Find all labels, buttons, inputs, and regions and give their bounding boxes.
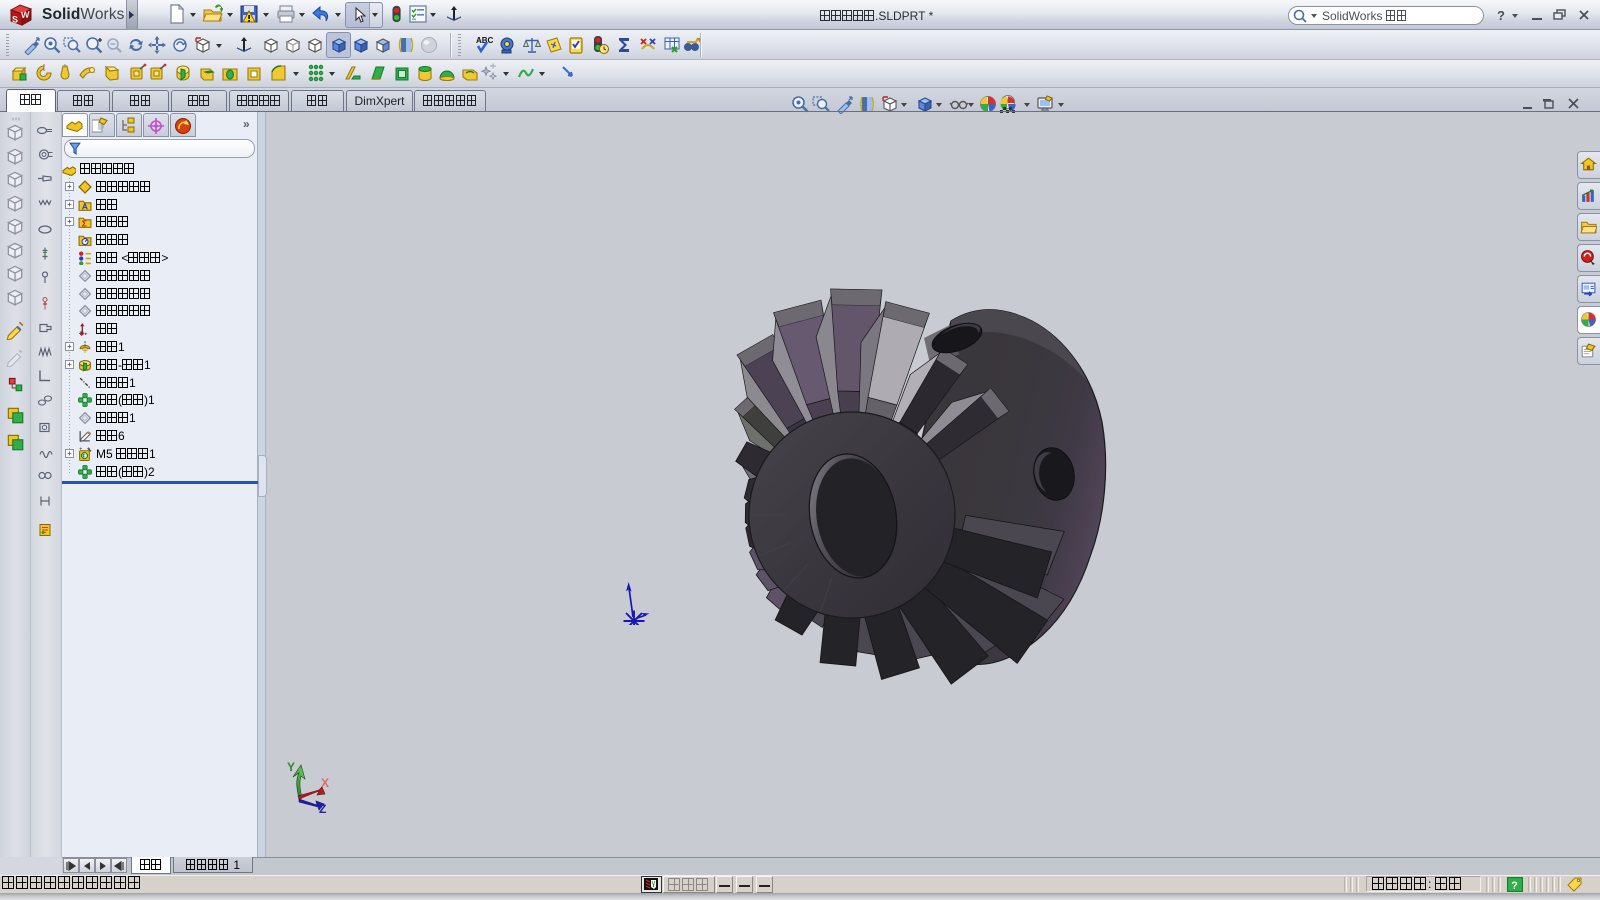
svg-text:Σ: Σ: [82, 219, 87, 229]
svg-text:S: S: [12, 14, 18, 25]
svg-text:Z: Z: [319, 802, 326, 815]
svg-text:X: X: [321, 776, 329, 790]
svg-text:?: ?: [1511, 880, 1518, 892]
svg-text:W: W: [21, 9, 30, 20]
svg-text:Y: Y: [287, 760, 295, 774]
svg-text:A: A: [82, 201, 88, 211]
